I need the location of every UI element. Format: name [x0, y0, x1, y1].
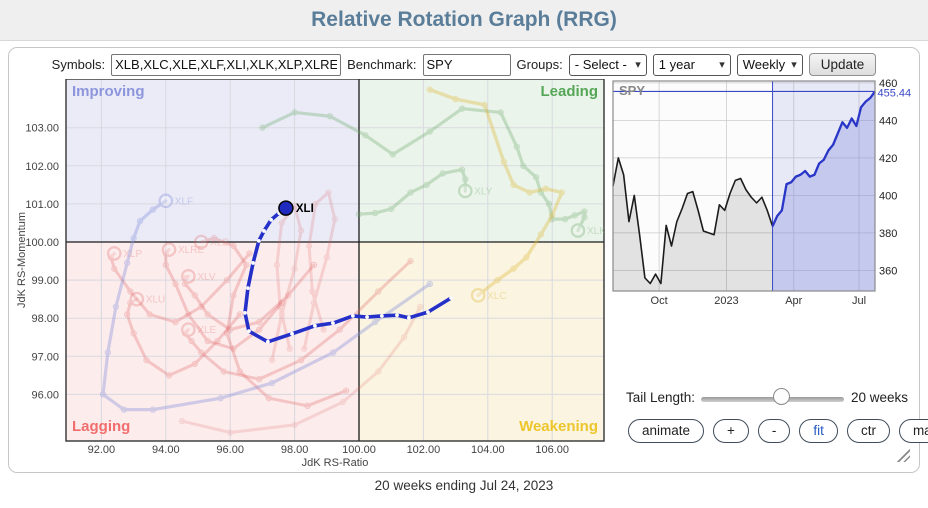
svg-text:XLV: XLV — [197, 272, 215, 283]
svg-text:Apr: Apr — [785, 295, 802, 307]
period-select[interactable]: 1 year ▾ — [653, 54, 731, 76]
groups-select-value: - Select - — [575, 57, 627, 72]
svg-text:92.00: 92.00 — [88, 444, 116, 456]
svg-text:101.00: 101.00 — [25, 199, 59, 211]
zoom-in-button[interactable]: + — [713, 419, 749, 443]
resize-handle-icon[interactable] — [895, 447, 910, 462]
svg-text:Lagging: Lagging — [72, 418, 130, 435]
svg-text:440: 440 — [879, 115, 897, 127]
svg-text:98.00: 98.00 — [281, 444, 309, 456]
svg-text:94.00: 94.00 — [152, 444, 180, 456]
svg-text:XLU: XLU — [146, 295, 165, 306]
tail-length-label: Tail Length: — [626, 390, 695, 405]
animate-button[interactable]: animate — [628, 419, 704, 443]
svg-text:380: 380 — [879, 228, 897, 240]
svg-text:JdK RS-Ratio: JdK RS-Ratio — [302, 457, 369, 469]
max-button[interactable]: max — [899, 419, 928, 443]
chevron-down-icon: ▾ — [719, 58, 725, 71]
frequency-select[interactable]: Weekly ▾ — [737, 54, 803, 76]
chevron-down-icon: ▾ — [791, 58, 797, 71]
rrg-chart: Improving Leading Lagging Weakening 92.00 94.… — [11, 79, 606, 471]
benchmark-mini-chart: SPY360380400420440460455.44Oct2023AprJul — [611, 79, 911, 309]
svg-text:Leading: Leading — [540, 83, 598, 100]
benchmark-input[interactable] — [423, 54, 511, 76]
svg-text:360: 360 — [879, 265, 897, 277]
svg-text:420: 420 — [879, 153, 897, 165]
svg-text:106.00: 106.00 — [535, 444, 569, 456]
svg-text:XLC: XLC — [487, 291, 506, 302]
footer-caption: 20 weeks ending Jul 24, 2023 — [0, 478, 928, 493]
svg-text:Oct: Oct — [651, 295, 668, 307]
svg-text:XLF: XLF — [175, 196, 193, 207]
svg-text:99.00: 99.00 — [31, 275, 59, 287]
fit-button[interactable]: fit — [799, 419, 838, 443]
chart-buttons: animate + - fit ctr max — [628, 419, 928, 443]
symbols-input[interactable] — [111, 54, 341, 76]
svg-text:100.00: 100.00 — [342, 444, 376, 456]
frequency-select-value: Weekly — [743, 57, 785, 72]
zoom-out-button[interactable]: - — [758, 419, 791, 443]
update-button[interactable]: Update — [809, 53, 877, 76]
svg-text:Improving: Improving — [72, 83, 145, 100]
tail-length-row: Tail Length: 20 weeks — [9, 386, 919, 412]
symbols-label: Symbols: — [52, 57, 105, 72]
svg-text:102.00: 102.00 — [407, 444, 441, 456]
svg-text:100.00: 100.00 — [25, 237, 59, 249]
benchmark-label: Benchmark: — [347, 57, 416, 72]
period-select-value: 1 year — [659, 57, 695, 72]
benchmark-symbol-label: SPY — [619, 83, 645, 98]
page-title: Relative Rotation Graph (RRG) — [0, 0, 928, 40]
svg-text:Jul: Jul — [852, 295, 866, 307]
svg-text:XLY: XLY — [474, 186, 492, 197]
svg-text:103.00: 103.00 — [25, 123, 59, 135]
svg-text:2023: 2023 — [714, 295, 738, 307]
app-header: Relative Rotation Graph (RRG) — [0, 0, 928, 41]
svg-text:Weakening: Weakening — [519, 418, 598, 435]
groups-select[interactable]: - Select - ▾ — [569, 54, 647, 76]
ctr-button[interactable]: ctr — [847, 419, 890, 443]
svg-text:XLP: XLP — [123, 249, 142, 260]
rrg-panel: Symbols: Benchmark: Groups: - Select - ▾… — [8, 47, 920, 473]
svg-text:104.00: 104.00 — [471, 444, 505, 456]
groups-label: Groups: — [517, 57, 563, 72]
svg-text:XLK: XLK — [587, 226, 606, 237]
svg-text:JdK RS-Momentum: JdK RS-Momentum — [16, 212, 28, 308]
benchmark-last-value: 455.44 — [878, 87, 912, 99]
svg-text:97.00: 97.00 — [31, 351, 59, 363]
svg-text:XLRE: XLRE — [178, 245, 204, 256]
svg-text:102.00: 102.00 — [25, 161, 59, 173]
tail-length-value: 20 weeks — [851, 390, 908, 405]
svg-text:96.00: 96.00 — [216, 444, 244, 456]
toolbar: Symbols: Benchmark: Groups: - Select - ▾… — [9, 53, 919, 76]
chevron-down-icon: ▾ — [635, 58, 641, 71]
svg-text:XLI: XLI — [296, 203, 314, 215]
svg-text:XLB: XLB — [210, 238, 229, 249]
svg-text:98.00: 98.00 — [31, 313, 59, 325]
svg-text:400: 400 — [879, 190, 897, 202]
tail-length-slider-thumb[interactable] — [773, 388, 790, 405]
